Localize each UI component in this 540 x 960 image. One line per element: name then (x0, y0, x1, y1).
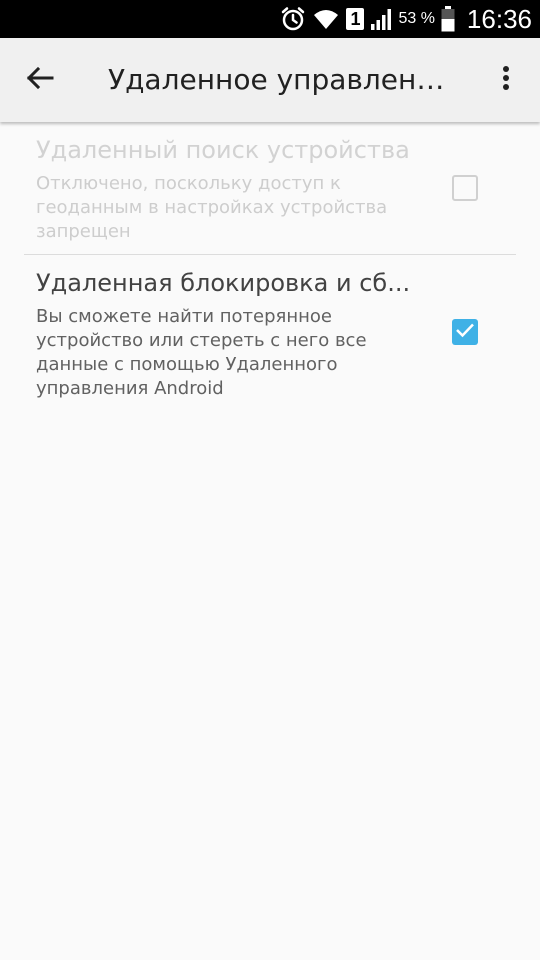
clock: 16:36 (466, 3, 532, 34)
battery-icon (441, 6, 455, 32)
app-bar: Удаленное управление... (0, 38, 540, 122)
more-vert-icon (502, 65, 510, 95)
arrow-back-icon (26, 66, 54, 94)
page-title: Удаленное управление... (108, 63, 458, 96)
pref-summary: Вы сможете найти потерянное устройство и… (36, 306, 367, 399)
back-button[interactable] (16, 58, 64, 102)
sim-icon: 1 (346, 8, 365, 30)
preferences-list: Удаленный поиск устройства Отключено, по… (0, 122, 540, 415)
pref-remote-locate: Удаленный поиск устройства Отключено, по… (24, 122, 516, 255)
check-icon (455, 322, 475, 342)
pref-title: Удаленная блокировка и сб... (36, 269, 411, 297)
wifi-icon (312, 7, 340, 31)
status-bar: 1 53 % 16:36 (0, 0, 540, 38)
overflow-menu-button[interactable] (488, 62, 524, 98)
pref-title: Удаленный поиск устройства (36, 136, 410, 164)
pref-remote-lock-erase[interactable]: Удаленная блокировка и сб... Вы сможете … (24, 255, 516, 415)
status-icons: 1 53 % 16:36 (280, 0, 532, 38)
alarm-icon (280, 6, 306, 32)
pref-summary: Отключено, поскольку доступ к геоданным … (36, 173, 388, 242)
battery-percent: 53 % (398, 10, 435, 27)
remote-locate-checkbox (452, 175, 478, 201)
signal-icon (370, 7, 394, 31)
remote-lock-erase-checkbox[interactable] (452, 319, 478, 345)
